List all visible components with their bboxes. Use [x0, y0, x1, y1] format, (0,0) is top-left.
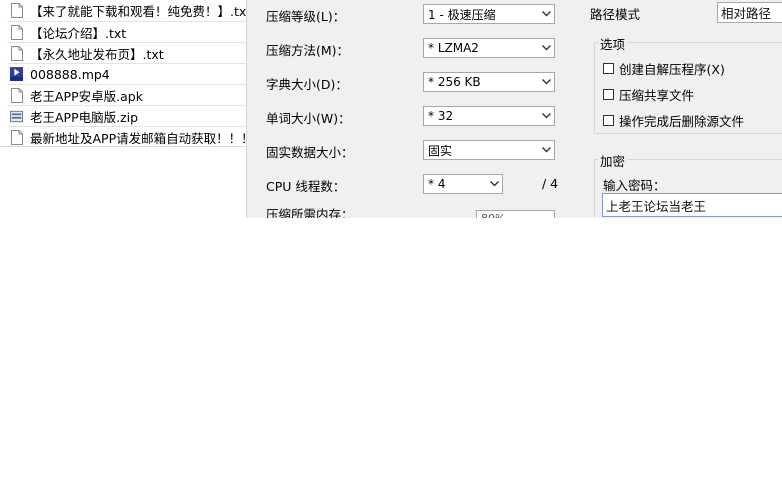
password-label: 输入密码： [603, 178, 666, 193]
file-row[interactable]: 最新地址及APP请发邮箱自动获取！！！.txt [7, 126, 246, 147]
dictionary-size-value: * 256 KB [428, 75, 481, 89]
text-file-icon [10, 45, 23, 61]
word-size-select[interactable]: * 32 [423, 106, 555, 126]
cpu-threads-select[interactable]: * 4 [423, 174, 503, 194]
dictionary-size-label: 字典大小(D)： [266, 77, 348, 92]
chevron-down-icon [538, 5, 554, 23]
chevron-down-icon [538, 141, 554, 159]
word-size-label: 单词大小(W)： [266, 111, 351, 126]
blank-area [0, 218, 782, 481]
archive-options-dialog: 压缩等级(L)： 压缩方法(M)： 字典大小(D)： 单词大小(W)： 固实数据… [246, 0, 782, 230]
chevron-down-icon [486, 175, 502, 193]
file-name: 【论坛介绍】.txt [30, 25, 127, 41]
checkbox-box[interactable] [603, 89, 614, 100]
cpu-threads-value: * 4 [428, 177, 446, 191]
password-value: 上老王论坛当老王 [606, 198, 707, 214]
solid-block-value: 固实 [428, 143, 453, 158]
cpu-threads-total: / 4 [542, 176, 559, 191]
file-name: 【永久地址发布页】.txt [30, 46, 164, 62]
mp4-video-icon [10, 66, 23, 82]
password-input[interactable]: 上老王论坛当老王 [602, 193, 782, 217]
file-name: 008888.mp4 [30, 66, 110, 82]
file-row[interactable]: 老王APP安卓版.apk [7, 84, 246, 105]
file-row[interactable]: 【永久地址发布页】.txt [7, 42, 246, 63]
file-row[interactable]: 【论坛介绍】.txt [7, 21, 246, 42]
word-size-value: * 32 [428, 109, 454, 123]
file-name: 老王APP电脑版.zip [30, 109, 139, 125]
path-mode-select[interactable]: 相对路径 [717, 2, 782, 23]
compression-level-select[interactable]: 1 - 极速压缩 [423, 4, 555, 24]
options-group-title: 选项 [598, 34, 628, 53]
create-sfx-checkbox[interactable]: 创建自解压程序(X) [603, 59, 725, 78]
dictionary-size-select[interactable]: * 256 KB [423, 72, 555, 92]
file-name: 【来了就能下载和观看！纯免费！】.txt [30, 3, 246, 19]
path-mode-label: 路径模式 [590, 7, 641, 22]
delete-after-label: 操作完成后删除源文件 [619, 114, 745, 129]
chevron-down-icon [538, 107, 554, 125]
compression-level-label: 压缩等级(L)： [266, 9, 346, 24]
create-sfx-label: 创建自解压程序(X) [619, 62, 725, 77]
compression-method-select[interactable]: * LZMA2 [423, 38, 555, 58]
cpu-threads-label: CPU 线程数： [266, 179, 346, 194]
text-file-icon [10, 24, 23, 40]
compression-level-value: 1 - 极速压缩 [428, 7, 496, 22]
compress-shared-label: 压缩共享文件 [619, 88, 695, 103]
file-list: 【来了就能下载和观看！纯免费！】.txt 【论坛介绍】.txt 【永久地址发布页… [0, 0, 246, 147]
generic-file-icon [10, 87, 23, 103]
file-row[interactable]: 老王APP电脑版.zip [7, 105, 246, 126]
compress-shared-checkbox[interactable]: 压缩共享文件 [603, 85, 694, 104]
path-mode-value: 相对路径 [721, 6, 772, 21]
file-name: 最新地址及APP请发邮箱自动获取！！！.txt [30, 130, 246, 146]
text-file-icon [10, 129, 23, 145]
encryption-group-title: 加密 [598, 151, 628, 170]
compression-method-label: 压缩方法(M)： [266, 43, 350, 58]
compression-method-value: * LZMA2 [428, 41, 479, 55]
file-row[interactable]: 008888.mp4 [7, 63, 246, 84]
file-name: 老王APP安卓版.apk [30, 88, 143, 104]
solid-block-select[interactable]: 固实 [423, 140, 555, 160]
text-file-icon [10, 2, 23, 18]
checkbox-box[interactable] [603, 115, 614, 126]
chevron-down-icon [538, 73, 554, 91]
delete-after-checkbox[interactable]: 操作完成后删除源文件 [603, 111, 744, 130]
file-row[interactable]: 【来了就能下载和观看！纯免费！】.txt [7, 0, 246, 20]
zip-archive-icon [10, 108, 23, 124]
chevron-down-icon [538, 39, 554, 57]
checkbox-box[interactable] [603, 63, 614, 74]
solid-block-label: 固实数据大小： [266, 145, 354, 160]
